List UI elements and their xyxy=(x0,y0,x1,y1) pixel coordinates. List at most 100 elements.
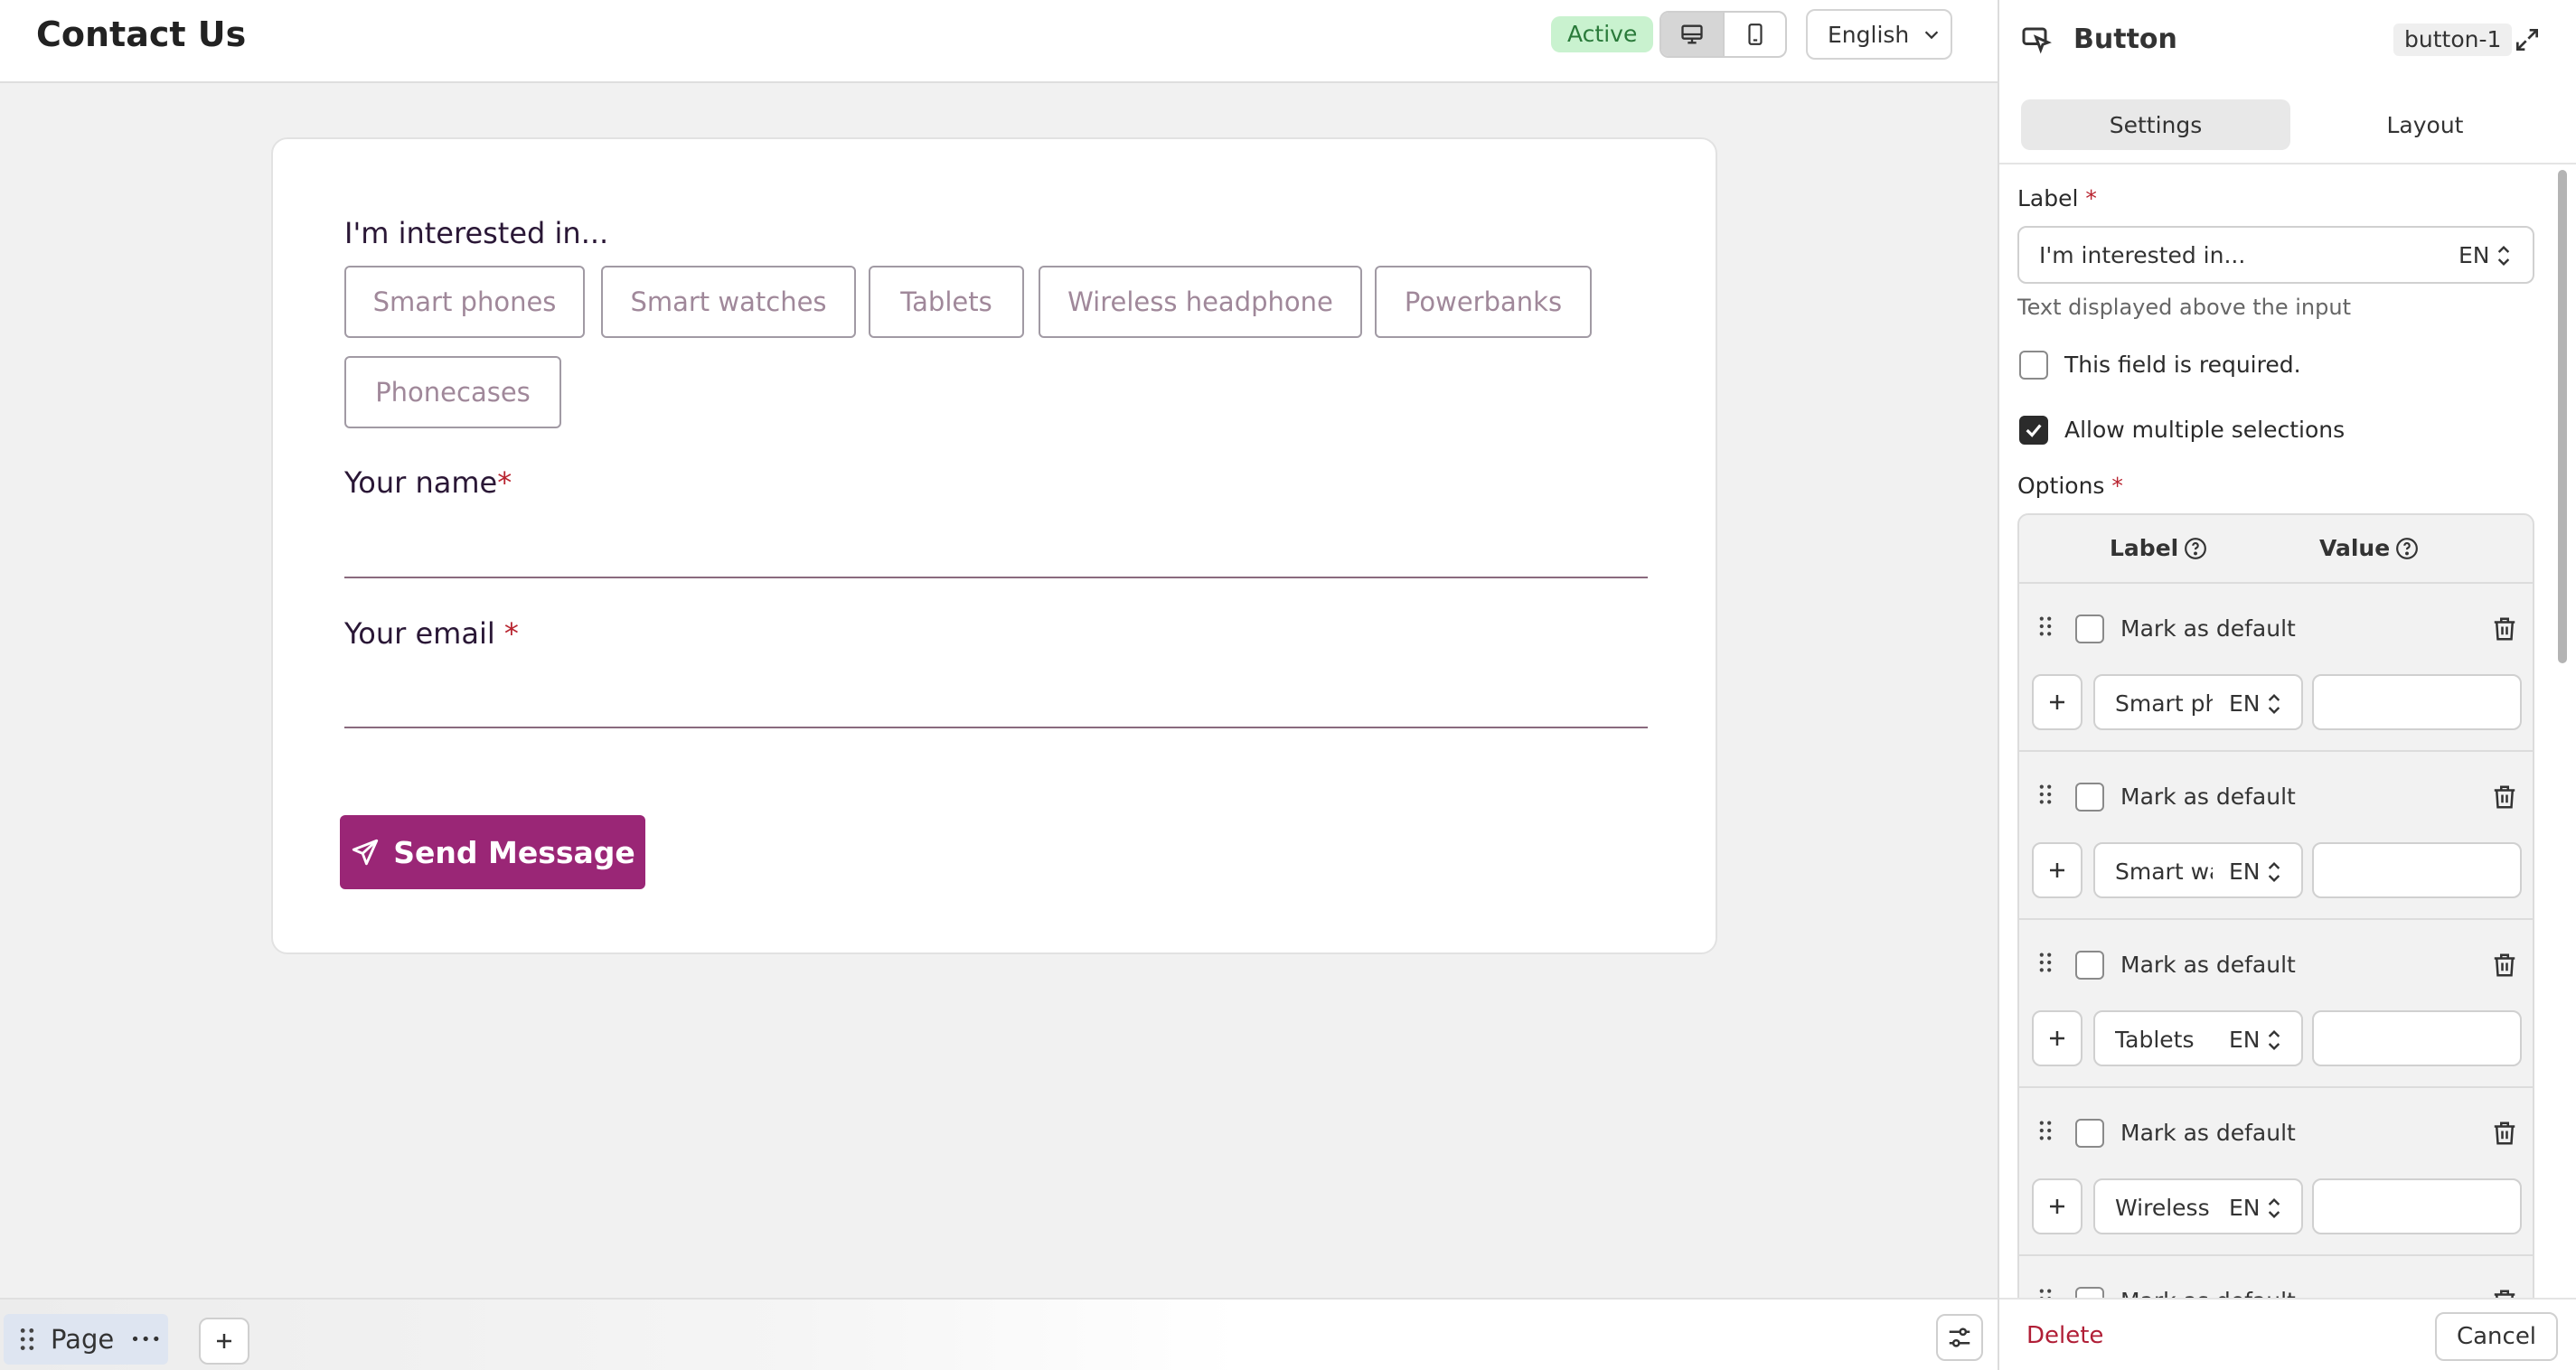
choice-smart-phones[interactable]: Smart phones xyxy=(344,266,585,338)
choice-smart-watches[interactable]: Smart watches xyxy=(601,266,856,338)
drag-handle-icon[interactable] xyxy=(2039,1119,2052,1142)
panel-divider xyxy=(1999,163,2576,164)
mark-default-label: Mark as default xyxy=(2120,952,2296,978)
mark-default-checkbox[interactable] xyxy=(2075,615,2104,643)
panel-tabs: Settings Layout xyxy=(2021,99,2560,150)
spinner-icon xyxy=(2268,1197,2280,1218)
more-options-icon[interactable]: ••• xyxy=(130,1330,162,1349)
add-translation-button[interactable] xyxy=(2032,1010,2082,1066)
choice-phonecases[interactable]: Phonecases xyxy=(344,356,561,428)
choice-tablets[interactable]: Tablets xyxy=(869,266,1024,338)
language-spinner[interactable]: EN xyxy=(2229,859,2280,885)
option-label-value: Smart ph xyxy=(2115,690,2213,717)
form-card: I'm interested in... Smart phones Smart … xyxy=(271,137,1717,954)
mobile-view-button[interactable] xyxy=(1723,13,1785,56)
option-value-input[interactable] xyxy=(2312,842,2522,898)
expand-icon[interactable] xyxy=(2513,25,2542,54)
cancel-button[interactable]: Cancel xyxy=(2435,1312,2558,1361)
page-chip[interactable]: Page ••• xyxy=(4,1314,168,1365)
page-title: Contact Us xyxy=(36,14,247,54)
send-icon xyxy=(353,839,379,866)
multiple-selections-checkbox[interactable] xyxy=(2019,416,2048,445)
option-label-input[interactable]: Tablets EN xyxy=(2093,1010,2303,1066)
option-label-value: Wireless xyxy=(2115,1195,2210,1221)
panel-title: Button xyxy=(2073,23,2177,55)
choice-powerbanks[interactable]: Powerbanks xyxy=(1375,266,1592,338)
panel-scrollbar[interactable] xyxy=(2558,170,2567,663)
mark-default-label: Mark as default xyxy=(2120,615,2296,642)
option-row: Mark as default Wireless EN xyxy=(2019,1088,2533,1256)
mark-default-checkbox[interactable] xyxy=(2075,951,2104,980)
mark-default-checkbox[interactable] xyxy=(2075,783,2104,812)
plus-icon xyxy=(217,1334,231,1348)
mark-default-checkbox[interactable] xyxy=(2075,1119,2104,1148)
name-input[interactable] xyxy=(344,577,1648,578)
option-row: Mark as default Smart ph EN xyxy=(2019,584,2533,752)
label-field-title: Label * xyxy=(2017,185,2097,211)
language-spinner[interactable]: EN xyxy=(2229,690,2280,717)
add-translation-button[interactable] xyxy=(2032,1178,2082,1234)
check-icon xyxy=(2026,424,2042,437)
options-header: Label Value xyxy=(2019,515,2533,584)
option-label-value: Smart wa xyxy=(2115,859,2213,885)
option-row: Mark as default Smart wa EN xyxy=(2019,752,2533,920)
name-label: Your name* xyxy=(344,465,512,500)
delete-button[interactable]: Delete xyxy=(2026,1319,2103,1352)
option-label-input[interactable]: Wireless EN xyxy=(2093,1178,2303,1234)
option-label-input[interactable]: Smart wa EN xyxy=(2093,842,2303,898)
desktop-view-button[interactable] xyxy=(1661,13,1724,56)
option-row: Mark as default Tablets EN xyxy=(2019,920,2533,1088)
language-select-value: English xyxy=(1828,21,1910,48)
language-select[interactable]: English xyxy=(1806,9,1952,60)
interest-label: I'm interested in... xyxy=(344,216,609,250)
bottom-bar: Page ••• xyxy=(0,1298,1998,1370)
device-toggle xyxy=(1659,11,1787,58)
option-value-input[interactable] xyxy=(2312,674,2522,730)
option-value-input[interactable] xyxy=(2312,1178,2522,1234)
panel-footer: Delete Cancel xyxy=(1999,1298,2576,1370)
plus-icon xyxy=(2050,695,2064,709)
option-label-value: Tablets xyxy=(2115,1027,2195,1053)
language-spinner[interactable]: EN xyxy=(2458,242,2510,268)
label-input-value: I'm interested in... xyxy=(2039,241,2246,268)
tab-layout[interactable]: Layout xyxy=(2290,99,2560,150)
trash-icon[interactable] xyxy=(2491,951,2518,980)
choice-wireless-headphone[interactable]: Wireless headphone xyxy=(1039,266,1362,338)
help-icon[interactable] xyxy=(2395,537,2419,560)
option-label-input[interactable]: Smart ph EN xyxy=(2093,674,2303,730)
send-message-button[interactable]: Send Message xyxy=(340,815,645,889)
plus-icon xyxy=(2050,863,2064,877)
trash-icon[interactable] xyxy=(2491,1119,2518,1148)
trash-icon[interactable] xyxy=(2491,615,2518,643)
chevron-down-icon xyxy=(1925,31,1939,40)
required-checkbox-label: This field is required. xyxy=(2064,352,2301,378)
options-title: Options * xyxy=(2017,473,2123,499)
tab-settings[interactable]: Settings xyxy=(2021,99,2290,150)
help-icon[interactable] xyxy=(2184,537,2207,560)
drag-handle-icon[interactable] xyxy=(2039,783,2052,806)
email-input[interactable] xyxy=(344,727,1648,728)
required-checkbox[interactable] xyxy=(2019,351,2048,380)
add-translation-button[interactable] xyxy=(2032,842,2082,898)
spinner-icon xyxy=(2497,245,2509,266)
options-list: Label Value Mark as default Smart ph EN xyxy=(2017,513,2534,1309)
drag-handle-icon[interactable] xyxy=(20,1328,34,1351)
spinner-icon xyxy=(2268,1029,2280,1050)
status-badge: Active xyxy=(1551,16,1654,52)
add-translation-button[interactable] xyxy=(2032,674,2082,730)
language-spinner[interactable]: EN xyxy=(2229,1027,2280,1053)
editor-header: Contact Us Active English xyxy=(0,0,1998,83)
add-section-button[interactable] xyxy=(199,1318,249,1365)
properties-panel: Button button-1 Settings Layout Label * … xyxy=(1998,0,2576,1370)
drag-handle-icon[interactable] xyxy=(2039,951,2052,974)
label-input[interactable]: I'm interested in... EN xyxy=(2017,226,2534,284)
drag-handle-icon[interactable] xyxy=(2039,615,2052,638)
sliders-icon xyxy=(1949,1328,1970,1347)
multiple-selections-label: Allow multiple selections xyxy=(2064,417,2346,443)
option-value-input[interactable] xyxy=(2312,1010,2522,1066)
language-spinner[interactable]: EN xyxy=(2229,1195,2280,1221)
settings-toggle-button[interactable] xyxy=(1936,1314,1983,1361)
language-code: EN xyxy=(2458,242,2490,268)
mobile-icon xyxy=(1748,23,1763,45)
trash-icon[interactable] xyxy=(2491,783,2518,812)
